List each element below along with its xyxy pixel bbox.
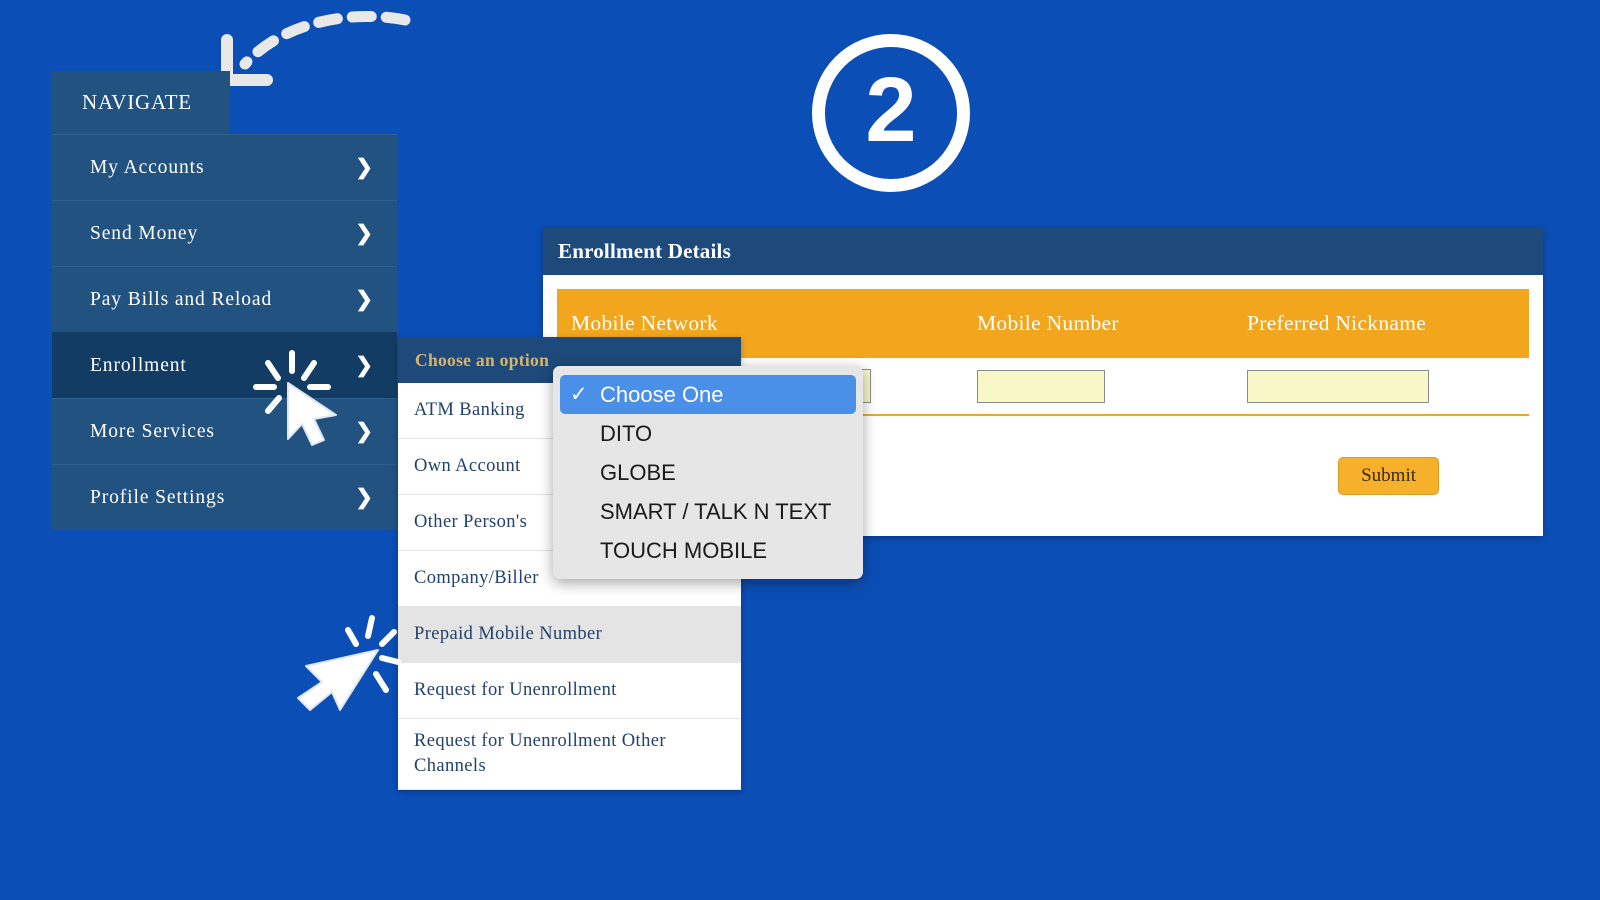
chevron-right-icon: ❯ bbox=[355, 222, 373, 245]
column-header-mobile-network: Mobile Network bbox=[571, 311, 718, 335]
step-badge: 2 bbox=[812, 34, 970, 192]
dropdown-option-label: DITO bbox=[600, 420, 653, 446]
dropdown-option-touch-mobile[interactable]: TOUCH MOBILE bbox=[560, 531, 856, 570]
dropdown-option-dito[interactable]: DITO bbox=[560, 414, 856, 453]
screen-root: 2 NAVIGATE My Accounts ❯ Send Money ❯ Pa… bbox=[0, 0, 1600, 900]
dropdown-option-globe[interactable]: GLOBE bbox=[560, 453, 856, 492]
dropdown-option-label: GLOBE bbox=[600, 459, 676, 485]
checkmark-icon: ✓ bbox=[570, 383, 588, 406]
cell-preferred-nickname bbox=[1247, 369, 1527, 403]
checkmark-placeholder-icon bbox=[570, 422, 600, 446]
chevron-right-icon: ❯ bbox=[355, 420, 373, 443]
click-cursor-icon-enrollment bbox=[248, 345, 352, 449]
mobile-number-input[interactable] bbox=[977, 369, 1105, 403]
submenu-item-prepaid-mobile-number[interactable]: Prepaid Mobile Number bbox=[398, 607, 741, 663]
submenu-item-request-for-unenrollment[interactable]: Request for Unenrollment bbox=[398, 663, 741, 719]
sidebar-item-label: Pay Bills and Reload bbox=[90, 288, 273, 310]
panel-titlebar: Enrollment Details bbox=[543, 227, 1543, 275]
checkmark-placeholder-icon bbox=[570, 461, 600, 485]
sidebar-item-label: Profile Settings bbox=[90, 486, 226, 508]
column-header-mobile-number: Mobile Number bbox=[977, 311, 1119, 335]
dropdown-option-label: TOUCH MOBILE bbox=[600, 537, 768, 563]
sidebar-item-label: My Accounts bbox=[90, 156, 205, 178]
sidebar-item-send-money[interactable]: Send Money ❯ bbox=[52, 200, 397, 266]
sidebar-nav: NAVIGATE My Accounts ❯ Send Money ❯ Pay … bbox=[52, 71, 397, 530]
preferred-nickname-input[interactable] bbox=[1247, 369, 1429, 403]
dropdown-option-label: SMART / TALK N TEXT bbox=[600, 498, 832, 524]
dropdown-option-label: Choose One bbox=[600, 381, 724, 407]
submit-button[interactable]: Submit bbox=[1338, 457, 1439, 495]
sidebar-header-label: NAVIGATE bbox=[82, 90, 192, 114]
sidebar-header: NAVIGATE bbox=[52, 71, 230, 134]
checkmark-placeholder-icon bbox=[570, 500, 600, 524]
chevron-right-icon: ❯ bbox=[355, 156, 373, 179]
sidebar-item-label: Send Money bbox=[90, 222, 199, 244]
sidebar-item-list: My Accounts ❯ Send Money ❯ Pay Bills and… bbox=[52, 134, 397, 530]
sidebar-item-pay-bills-and-reload[interactable]: Pay Bills and Reload ❯ bbox=[52, 266, 397, 332]
chevron-right-icon: ❯ bbox=[355, 354, 373, 377]
dropdown-option-choose-one[interactable]: ✓ Choose One bbox=[560, 375, 856, 414]
sidebar-item-profile-settings[interactable]: Profile Settings ❯ bbox=[52, 464, 397, 530]
chevron-right-icon: ❯ bbox=[355, 288, 373, 311]
submenu-header-label: Choose an option bbox=[415, 349, 550, 370]
column-header-preferred-nickname: Preferred Nickname bbox=[1247, 311, 1427, 335]
dropdown-option-smart-talk-n-text[interactable]: SMART / TALK N TEXT bbox=[560, 492, 856, 531]
step-number: 2 bbox=[865, 59, 917, 161]
checkmark-placeholder-icon bbox=[570, 539, 600, 563]
click-cursor-icon-prepaid-mobile-number bbox=[286, 606, 402, 712]
chevron-right-icon: ❯ bbox=[355, 486, 373, 509]
panel-title: Enrollment Details bbox=[558, 238, 731, 263]
submenu-item-request-for-unenrollment-other-channels[interactable]: Request for Unenrollment Other Channels bbox=[398, 719, 741, 790]
mobile-network-dropdown-popup: ✓ Choose One DITO GLOBE SMART / TALK N T… bbox=[553, 366, 863, 579]
sidebar-item-my-accounts[interactable]: My Accounts ❯ bbox=[52, 134, 397, 200]
cell-mobile-number bbox=[977, 369, 1247, 403]
